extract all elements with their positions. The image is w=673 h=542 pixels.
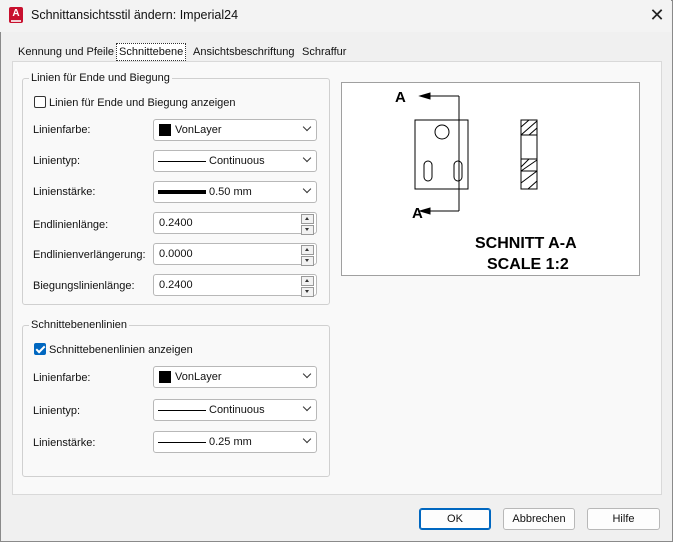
end-line-overshoot-input[interactable]: 0.0000 [153, 243, 317, 266]
end-line-length-label: Endlinienlänge: [33, 219, 109, 231]
spin-up-icon[interactable] [301, 214, 314, 224]
close-icon[interactable]: ✕ [646, 4, 668, 26]
title-bar: A Schnittansichtsstil ändern: Imperial24… [0, 0, 671, 32]
spin-down-icon[interactable] [301, 256, 314, 266]
autocad-app-icon: A [9, 7, 23, 23]
part-outline [414, 119, 469, 190]
color-swatch [159, 371, 171, 383]
end-bend-line-color-label: Linienfarbe: [33, 124, 91, 136]
end-line-length-spinner[interactable] [301, 214, 314, 235]
bend-line-length-spinner[interactable] [301, 276, 314, 297]
part-slot-left [423, 160, 433, 182]
plane-line-weight-label: Linienstärke: [33, 437, 96, 449]
end-bend-line-type-label: Linientyp: [33, 155, 81, 167]
help-button[interactable]: Hilfe [587, 508, 660, 530]
bend-line-length-label: Biegungslinienlänge: [33, 280, 135, 292]
show-end-bend-lines-checkbox[interactable] [34, 96, 46, 108]
part-hole [434, 124, 450, 140]
plane-line-type-label: Linientyp: [33, 405, 81, 417]
show-plane-lines-checkbox[interactable] [34, 343, 46, 355]
plane-line-weight-value: 0.25 mm [209, 436, 252, 448]
end-bend-line-weight-dropdown[interactable]: 0.50 mm [153, 181, 317, 203]
tab-ansichtsbeschriftung[interactable]: Ansichtsbeschriftung [193, 44, 295, 60]
window-title: Schnittansichtsstil ändern: Imperial24 [31, 8, 239, 22]
show-end-bend-lines-label[interactable]: Linien für Ende und Biegung anzeigen [49, 97, 236, 109]
show-plane-lines-label[interactable]: Schnittebenenlinien anzeigen [49, 344, 193, 356]
chevron-down-icon [302, 122, 312, 132]
chevron-down-icon [302, 184, 312, 194]
spin-up-icon[interactable] [301, 245, 314, 255]
section-scale: SCALE 1:2 [487, 256, 569, 273]
plane-line-type-dropdown[interactable]: Continuous [153, 399, 317, 421]
section-marker-top: A [395, 89, 406, 106]
arrow-head-top [418, 92, 431, 100]
end-bend-line-weight-value: 0.50 mm [209, 186, 252, 198]
chevron-down-icon [302, 369, 312, 379]
end-bend-group-label: Linien für Ende und Biegung [29, 72, 172, 84]
app-icon-letter: A [12, 8, 20, 19]
section-marker-bottom: A [412, 205, 423, 222]
tab-kennung-und-pfeile[interactable]: Kennung und Pfeile [18, 44, 114, 60]
end-bend-line-color-value: VonLayer [175, 124, 222, 136]
cancel-button[interactable]: Abbrechen [503, 508, 575, 530]
preview-drawing: A A SCHNITT A-A SCALE 1:2 [395, 89, 577, 273]
section-title: SCHNITT A-A [475, 235, 577, 252]
chevron-down-icon [302, 434, 312, 444]
plane-line-weight-dropdown[interactable]: 0.25 mm [153, 431, 317, 453]
linetype-sample [158, 161, 206, 162]
tab-schnittebene[interactable]: Schnittebene [116, 43, 187, 61]
plane-lines-group-label: Schnittebenenlinien [29, 319, 130, 331]
end-bend-line-type-value: Continuous [209, 155, 265, 167]
linetype-sample [158, 410, 206, 411]
tab-schraffur[interactable]: Schraffur [302, 44, 346, 60]
bend-line-length-input[interactable]: 0.2400 [153, 274, 317, 297]
spin-down-icon[interactable] [301, 287, 314, 297]
end-bend-line-weight-label: Linienstärke: [33, 186, 96, 198]
end-line-overshoot-label: Endlinienverlängerung: [33, 249, 146, 261]
section-preview: A A SCHNITT A-A SCALE 1:2 [341, 82, 640, 276]
plane-line-color-dropdown[interactable]: VonLayer [153, 366, 317, 388]
end-line-length-value: 0.2400 [159, 217, 193, 229]
end-bend-line-type-dropdown[interactable]: Continuous [153, 150, 317, 172]
chevron-down-icon [302, 402, 312, 412]
plane-line-color-label: Linienfarbe: [33, 372, 91, 384]
part-slot-right [453, 160, 463, 182]
ok-button[interactable]: OK [419, 508, 491, 530]
bend-line-length-value: 0.2400 [159, 279, 193, 291]
spin-up-icon[interactable] [301, 276, 314, 286]
end-line-overshoot-spinner[interactable] [301, 245, 314, 266]
end-line-overshoot-value: 0.0000 [159, 248, 193, 260]
end-bend-line-color-dropdown[interactable]: VonLayer [153, 119, 317, 141]
end-line-length-input[interactable]: 0.2400 [153, 212, 317, 235]
plane-line-color-value: VonLayer [175, 371, 222, 383]
chevron-down-icon [302, 153, 312, 163]
lineweight-sample [158, 442, 206, 443]
plane-line-type-value: Continuous [209, 404, 265, 416]
lineweight-sample [158, 190, 206, 194]
spin-down-icon[interactable] [301, 225, 314, 235]
color-swatch [159, 124, 171, 136]
